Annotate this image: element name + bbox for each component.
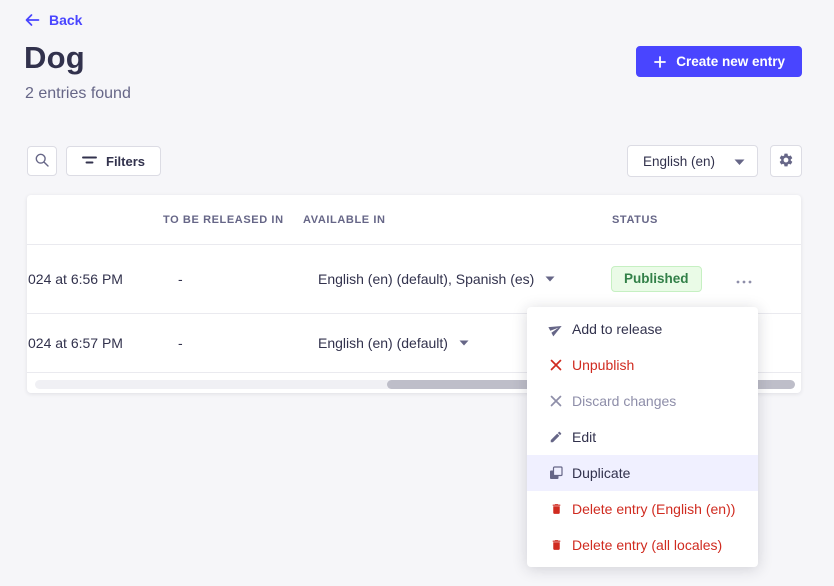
- plus-icon: [653, 56, 667, 68]
- cell-to-be-released-in: -: [178, 335, 183, 351]
- menu-item-duplicate[interactable]: Duplicate: [527, 455, 758, 491]
- pencil-icon: [549, 430, 563, 444]
- menu-item-unpublish[interactable]: Unpublish: [527, 347, 758, 383]
- menu-item-label: Add to release: [572, 321, 662, 337]
- status-badge: Published: [611, 266, 702, 292]
- table-header-row: TO BE RELEASED IN AVAILABLE IN STATUS: [27, 195, 801, 245]
- page-title: Dog: [24, 40, 85, 76]
- paper-plane-icon: [549, 322, 563, 336]
- column-header-status: STATUS: [612, 214, 658, 226]
- row-actions-menu: Add to release Unpublish Discard changes…: [527, 307, 758, 567]
- menu-item-label: Duplicate: [572, 465, 630, 481]
- filters-button[interactable]: Filters: [66, 146, 161, 176]
- search-icon: [34, 152, 50, 171]
- settings-button[interactable]: [770, 145, 802, 177]
- cell-to-be-released-in: -: [178, 271, 183, 287]
- available-in-locales: English (en) (default): [318, 335, 448, 351]
- column-header-to-be-released-in: TO BE RELEASED IN: [163, 214, 284, 226]
- chevron-down-icon: [734, 154, 745, 169]
- search-button[interactable]: [27, 146, 57, 176]
- back-label: Back: [49, 12, 82, 28]
- ellipsis-icon: [736, 272, 752, 287]
- menu-item-label: Delete entry (English (en)): [572, 501, 735, 517]
- filter-icon: [82, 154, 97, 169]
- menu-item-edit[interactable]: Edit: [527, 419, 758, 455]
- menu-item-delete-entry-all-locales[interactable]: Delete entry (all locales): [527, 527, 758, 563]
- available-in-locales: English (en) (default), Spanish (es): [318, 271, 534, 287]
- menu-item-delete-entry-locale[interactable]: Delete entry (English (en)): [527, 491, 758, 527]
- menu-item-label: Delete entry (all locales): [572, 537, 722, 553]
- create-new-entry-label: Create new entry: [676, 54, 785, 69]
- menu-item-label: Edit: [572, 429, 596, 445]
- menu-item-discard-changes[interactable]: Discard changes: [527, 383, 758, 419]
- cross-icon: [549, 359, 563, 371]
- cell-updated-date: 024 at 6:57 PM: [28, 335, 123, 351]
- cell-updated-date: 024 at 6:56 PM: [28, 271, 123, 287]
- row-actions-button[interactable]: [730, 268, 758, 290]
- cross-icon: [549, 395, 563, 407]
- trash-icon: [549, 502, 563, 516]
- menu-item-label: Unpublish: [572, 357, 634, 373]
- locale-select-value: English (en): [643, 154, 715, 169]
- cell-available-in: English (en) (default): [318, 335, 469, 351]
- duplicate-icon: [549, 466, 563, 480]
- entries-count: 2 entries found: [25, 85, 131, 103]
- arrow-left-icon: [24, 12, 40, 28]
- chevron-down-icon[interactable]: [459, 340, 469, 346]
- gear-icon: [778, 152, 794, 171]
- chevron-down-icon[interactable]: [545, 276, 555, 282]
- back-link[interactable]: Back: [24, 12, 82, 28]
- trash-icon: [549, 538, 563, 552]
- filters-label: Filters: [106, 154, 145, 169]
- column-header-available-in: AVAILABLE IN: [303, 214, 386, 226]
- locale-select[interactable]: English (en): [627, 145, 758, 177]
- menu-item-add-to-release[interactable]: Add to release: [527, 311, 758, 347]
- create-new-entry-button[interactable]: Create new entry: [636, 46, 802, 77]
- cell-available-in: English (en) (default), Spanish (es): [318, 271, 555, 287]
- menu-item-label: Discard changes: [572, 393, 676, 409]
- table-row[interactable]: 024 at 6:56 PM - English (en) (default),…: [27, 245, 801, 314]
